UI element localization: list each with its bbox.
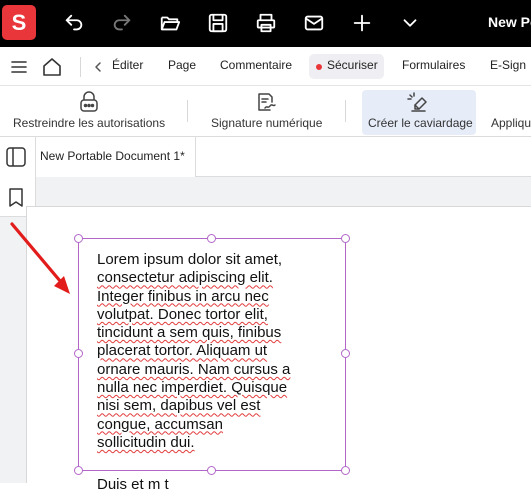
- text-line: nulla nec imperdiet. Quisque: [97, 379, 288, 397]
- text-line: consectetur adipiscing elit.: [97, 269, 273, 287]
- text-line: congue, accumsan: [97, 415, 223, 433]
- chevron-down-icon[interactable]: [397, 10, 423, 36]
- active-dot-icon: [316, 64, 322, 70]
- title-bar: S New Po: [0, 0, 531, 47]
- text-box-content[interactable]: Lorem ipsum dolor sit amet, consectetur …: [97, 251, 337, 452]
- tool-label: Restreindre les autorisations: [13, 116, 166, 130]
- text-line: ornare mauris. Nam cursus a: [97, 360, 291, 378]
- tool-label: Créer le caviardage: [368, 116, 473, 130]
- panel-toggle-icon[interactable]: [5, 146, 27, 168]
- tab-strip-border: [196, 176, 531, 177]
- document-tab[interactable]: New Portable Document 1*: [36, 137, 196, 177]
- text-line: tincidunt a sem quis, finibus: [97, 324, 282, 342]
- app-logo[interactable]: S: [2, 5, 36, 40]
- menu-bar: Éditer Page Commentaire Sécuriser Formul…: [0, 47, 531, 86]
- resize-handle-bottom-left[interactable]: [74, 466, 83, 475]
- tool-label: Signature numérique: [211, 116, 323, 130]
- resize-handle-top-right[interactable]: [341, 234, 350, 243]
- menu-divider: [80, 57, 81, 77]
- menu-item-esign[interactable]: E-Sign: [490, 58, 526, 72]
- resize-handle-top[interactable]: [207, 234, 216, 243]
- folder-open-icon[interactable]: [157, 10, 183, 36]
- document-tab-strip: New Portable Document 1*: [36, 137, 531, 177]
- toolbar-divider: [187, 100, 188, 122]
- save-icon[interactable]: [205, 10, 231, 36]
- text-line: Lorem ipsum dolor sit amet,: [97, 251, 283, 268]
- home-icon[interactable]: [41, 56, 63, 78]
- text-line: placerat tortor. Aliquam ut: [97, 342, 268, 360]
- tool-apply[interactable]: Appliqu: [484, 86, 531, 137]
- ribbon-toolbar: Restreindre les autorisations Signature …: [0, 86, 531, 137]
- text-line: nisi sem, dapibus vel est: [97, 397, 261, 415]
- document-tab-label: New Portable Document 1*: [40, 149, 185, 163]
- print-icon[interactable]: [253, 10, 279, 36]
- tool-label: Appliqu: [491, 116, 531, 130]
- chevron-left-icon[interactable]: [92, 60, 104, 74]
- redo-icon[interactable]: [109, 10, 135, 36]
- text-line: volutpat. Donec tortor elit,: [97, 305, 268, 323]
- resize-handle-bottom-right[interactable]: [341, 466, 350, 475]
- tool-digital-signature[interactable]: Signature numérique: [200, 86, 335, 137]
- text-line: sollicitudin dui.: [97, 433, 195, 451]
- resize-handle-bottom[interactable]: [207, 466, 216, 475]
- plus-icon[interactable]: [349, 10, 375, 36]
- hamburger-menu-icon[interactable]: [10, 58, 28, 76]
- text-line: Integer finibus in arcu nec: [97, 287, 269, 305]
- side-panel: [0, 137, 36, 217]
- undo-icon[interactable]: [61, 10, 87, 36]
- document-title: New Po: [488, 14, 531, 30]
- page-body-text: Duis et m t: [97, 476, 169, 493]
- menu-item-securiser[interactable]: Sécuriser: [327, 58, 378, 72]
- bookmark-icon[interactable]: [5, 186, 27, 208]
- resize-handle-right[interactable]: [341, 349, 350, 358]
- annotation-arrow-icon: [10, 222, 70, 294]
- eraser-icon: [407, 92, 427, 112]
- toolbar-divider: [345, 100, 346, 122]
- menu-item-page[interactable]: Page: [168, 58, 196, 72]
- signature-icon: [258, 93, 276, 111]
- menu-item-editer[interactable]: Éditer: [112, 58, 143, 72]
- tool-create-redaction[interactable]: Créer le caviardage: [362, 86, 476, 137]
- resize-handle-left[interactable]: [74, 349, 83, 358]
- mail-icon[interactable]: [301, 10, 327, 36]
- lock-icon: [80, 91, 98, 112]
- tool-restrict-permissions[interactable]: Restreindre les autorisations: [0, 86, 180, 137]
- menu-item-formulaires[interactable]: Formulaires: [402, 58, 465, 72]
- menu-item-commentaire[interactable]: Commentaire: [220, 58, 292, 72]
